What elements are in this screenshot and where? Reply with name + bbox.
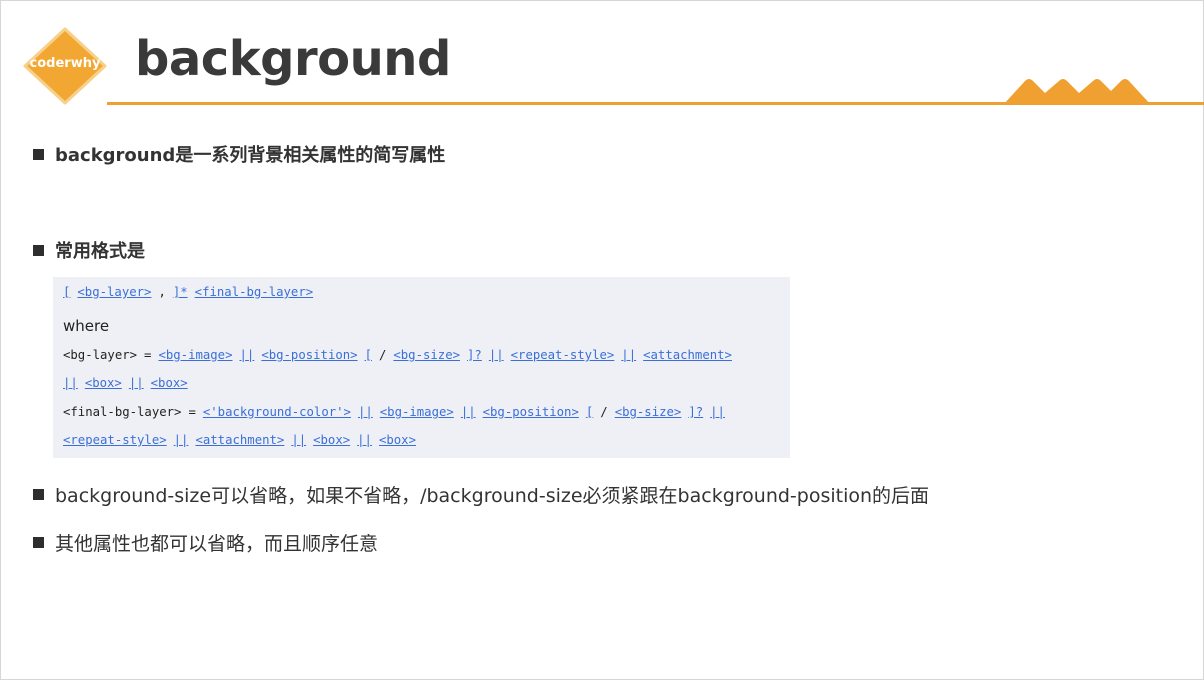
syntax-link[interactable]: <final-bg-layer> xyxy=(195,285,313,299)
syntax-link[interactable]: <box> xyxy=(379,433,416,447)
bullet-item: background是一系列背景相关属性的简写属性 xyxy=(33,141,445,167)
bullet-square-icon xyxy=(33,489,44,500)
syntax-box: [ <bg-layer>, ]* <final-bg-layer> where <bg… xyxy=(53,277,790,458)
page-title: background xyxy=(135,31,451,87)
syntax-link[interactable]: <bg-position> xyxy=(261,348,357,362)
mountains-decoration-icon xyxy=(1003,79,1151,105)
syntax-token: <final-bg-layer> xyxy=(63,405,182,419)
syntax-link[interactable]: || xyxy=(63,376,78,390)
syntax-link[interactable]: || xyxy=(461,405,476,419)
syntax-link[interactable]: || xyxy=(621,348,636,362)
syntax-link[interactable]: [ xyxy=(63,285,70,299)
syntax-link[interactable]: || xyxy=(357,433,372,447)
logo-text: coderwhy xyxy=(29,56,101,71)
syntax-link[interactable]: ]* xyxy=(173,285,188,299)
syntax-link[interactable]: || xyxy=(174,433,189,447)
bullet-text: background是一系列背景相关属性的简写属性 xyxy=(55,145,446,166)
syntax-link[interactable]: [ xyxy=(365,348,372,362)
syntax-link[interactable]: <repeat-style> xyxy=(511,348,615,362)
syntax-link[interactable]: [ xyxy=(586,405,593,419)
syntax-link[interactable]: <bg-image> xyxy=(158,348,232,362)
syntax-link[interactable]: <bg-image> xyxy=(380,405,454,419)
syntax-line: [ <bg-layer>, ]* <final-bg-layer> xyxy=(63,285,313,299)
syntax-token: , xyxy=(158,285,166,299)
bullet-text: background-size可以省略，如果不省略，/background-si… xyxy=(55,485,930,507)
bullet-square-icon xyxy=(33,148,44,160)
syntax-link[interactable]: <bg-size> xyxy=(615,405,682,419)
bullet-item: background-size可以省略，如果不省略，/background-si… xyxy=(33,481,929,508)
bullet-square-icon xyxy=(33,244,44,256)
syntax-line: <final-bg-layer> = <'background-color'> || <… xyxy=(63,405,725,419)
syntax-link[interactable]: || xyxy=(710,405,725,419)
syntax-link[interactable]: <box> xyxy=(151,376,188,390)
syntax-token: <bg-layer> xyxy=(63,348,138,362)
syntax-line: <repeat-style> || <attachment> || <box> || <bo… xyxy=(63,433,416,447)
syntax-link[interactable]: <repeat-style> xyxy=(63,433,167,447)
syntax-link[interactable]: <box> xyxy=(313,433,350,447)
syntax-link[interactable]: <'background-color'> xyxy=(203,405,351,419)
bullet-item: 其他属性也都可以省略，而且顺序任意 xyxy=(33,529,378,556)
syntax-link[interactable]: || xyxy=(129,376,144,390)
bullet-square-icon xyxy=(33,537,44,548)
syntax-link[interactable]: || xyxy=(489,348,504,362)
syntax-token: = xyxy=(188,405,196,419)
bullet-text: 常用格式是 xyxy=(55,241,145,262)
syntax-link[interactable]: ]? xyxy=(467,348,482,362)
syntax-link[interactable]: <attachment> xyxy=(643,348,732,362)
syntax-line: <bg-layer> = <bg-image> || <bg-position> [ / <b… xyxy=(63,348,732,362)
syntax-link[interactable]: <bg-size> xyxy=(393,348,460,362)
syntax-link[interactable]: <bg-position> xyxy=(483,405,579,419)
syntax-token: = xyxy=(144,348,152,362)
bullet-item: 常用格式是 xyxy=(33,237,145,263)
syntax-link[interactable]: <bg-layer> xyxy=(77,285,151,299)
syntax-link[interactable]: ]? xyxy=(688,405,703,419)
syntax-link[interactable]: || xyxy=(291,433,306,447)
syntax-line: || <box> || <box> xyxy=(63,376,188,390)
syntax-link[interactable]: || xyxy=(240,348,255,362)
coderwhy-logo: coderwhy xyxy=(23,27,107,105)
bullet-text: 其他属性也都可以省略，而且顺序任意 xyxy=(55,533,379,555)
syntax-link[interactable]: <attachment> xyxy=(195,433,284,447)
syntax-link[interactable]: || xyxy=(358,405,373,419)
slide: coderwhy background background是一系列背景相关属性… xyxy=(0,0,1204,680)
where-label: where xyxy=(63,317,110,335)
syntax-token: / xyxy=(600,405,608,419)
syntax-link[interactable]: <box> xyxy=(85,376,122,390)
syntax-token: / xyxy=(378,348,387,362)
